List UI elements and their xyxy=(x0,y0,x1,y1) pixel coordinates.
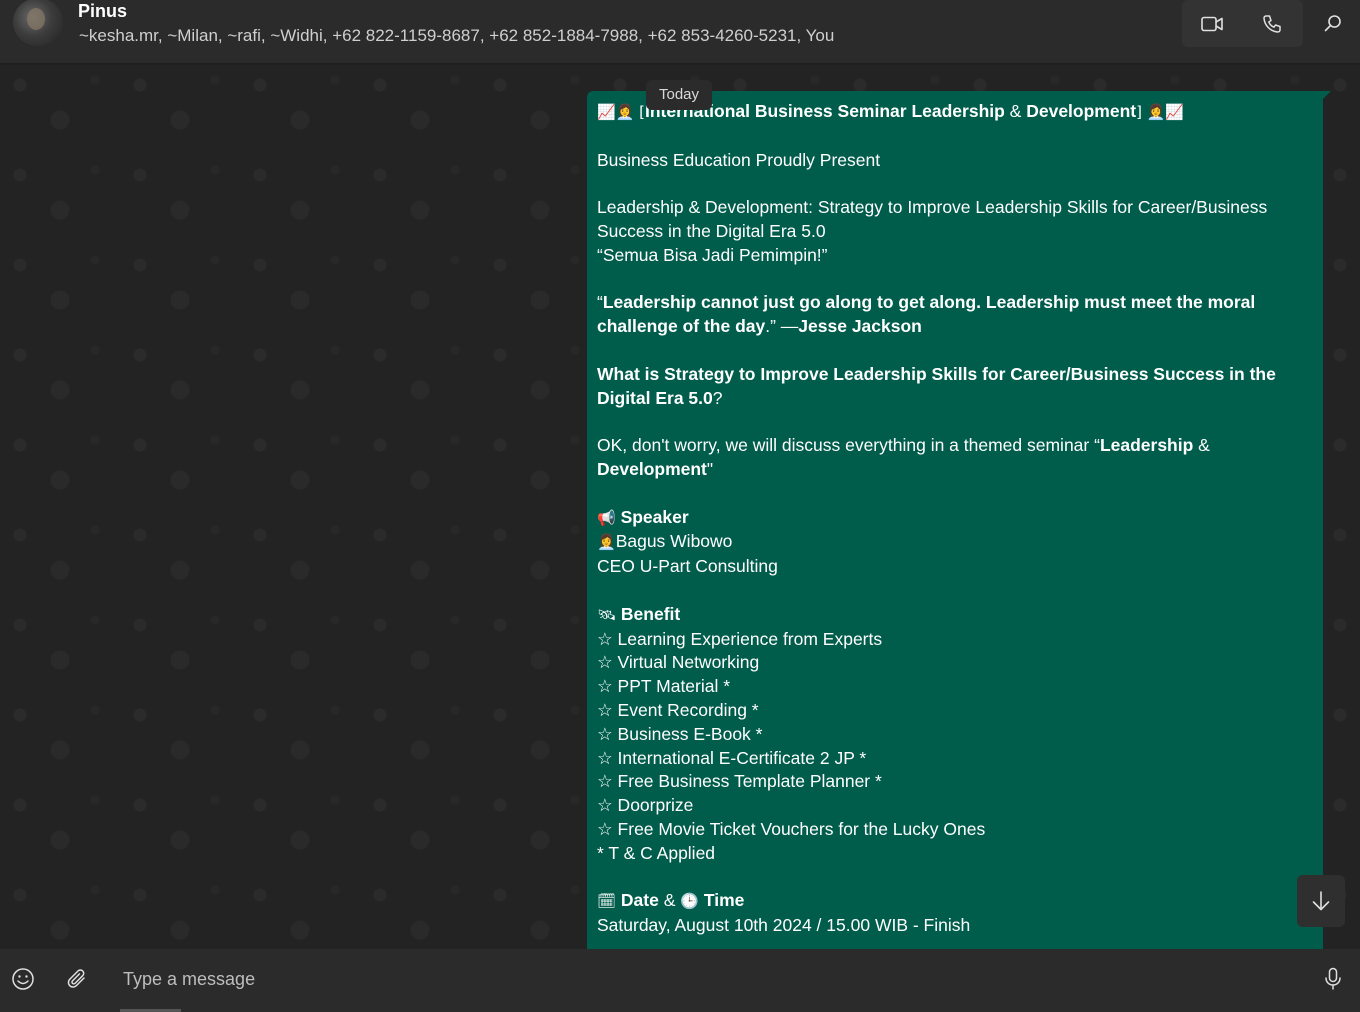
speaker-label: Speaker xyxy=(620,506,689,527)
title-amp: & xyxy=(1004,101,1027,121)
bubble-tail xyxy=(1321,91,1331,101)
title-bold-2: Development xyxy=(1026,101,1137,121)
speaker-name-line: 👩‍💼Bagus Wibowo xyxy=(597,530,1313,555)
video-call-icon xyxy=(1201,16,1223,31)
quote-author: Jesse Jackson xyxy=(798,316,922,337)
microphone-icon xyxy=(1325,967,1341,990)
benefit-item: ☆ Event Recording * xyxy=(597,699,759,720)
message-line-topic: Leadership & Development: Strategy to Im… xyxy=(597,197,1268,241)
benefit-item: ☆ Free Business Template Planner * xyxy=(597,771,882,792)
scroll-to-bottom-button[interactable] xyxy=(1297,875,1345,927)
voice-call-icon xyxy=(1263,14,1281,33)
speaker-heading: 📢 Speaker xyxy=(597,506,1313,531)
clock-icon: 🕒 xyxy=(680,892,699,911)
question-text: What is Strategy to Improve Leadership S… xyxy=(597,363,1276,408)
datetime-heading: 🗓 Date & 🕒 Time xyxy=(597,889,1313,914)
title-suffix: ] 👩‍💼📈 xyxy=(1136,103,1185,121)
emoji-icon xyxy=(12,968,34,990)
benefit-heading: 🛰 Benefit xyxy=(597,603,1313,628)
discuss-bold-1: Leadership xyxy=(1099,435,1194,456)
video-call-button[interactable] xyxy=(1182,0,1242,47)
attach-button[interactable] xyxy=(60,962,94,996)
benefit-label: Benefit xyxy=(620,603,681,624)
message-bubble[interactable]: 📈👩‍💼 [International Business Seminar Lea… xyxy=(587,91,1323,949)
message-line-tagline: “Semua Bisa Jadi Pemimpin!” xyxy=(597,244,828,265)
discuss-text: OK, don't worry, we will discuss everyth… xyxy=(597,435,1100,456)
message-question: What is Strategy to Improve Leadership S… xyxy=(597,363,1313,411)
benefit-item: ☆ International E-Certificate 2 JP * xyxy=(597,747,867,768)
arrow-down-icon xyxy=(1312,891,1330,911)
quote-mid: .” — xyxy=(765,316,799,337)
call-buttons xyxy=(1182,0,1303,47)
discuss-amp: & xyxy=(1193,435,1210,456)
message-line-present: Business Education Proudly Present xyxy=(597,149,881,170)
discuss-end: " xyxy=(706,458,714,479)
satellite-icon: 🛰 xyxy=(597,605,617,624)
person-icon: 👩‍💼 xyxy=(597,533,616,552)
search-icon xyxy=(1324,15,1341,32)
tnc-note: * T & C Applied xyxy=(597,842,716,863)
datetime-amp: & xyxy=(658,890,681,911)
speaker-name: Bagus Wibowo xyxy=(615,531,733,552)
chat-title[interactable]: Pinus xyxy=(78,1,127,22)
chat-header: Pinus ~kesha.mr, ~Milan, ~rafi, ~Widhi, … xyxy=(0,0,1360,64)
benefit-item: ☆ Business E-Book * xyxy=(597,723,763,744)
benefit-item: ☆ Doorprize xyxy=(597,795,694,816)
benefit-item: ☆ Virtual Networking xyxy=(597,652,760,673)
question-mark: ? xyxy=(712,387,723,408)
message-quote: “Leadership cannot just go along to get … xyxy=(597,291,1313,339)
emoji-button[interactable] xyxy=(6,962,40,996)
message-discuss: OK, don't worry, we will discuss everyth… xyxy=(597,434,1313,482)
benefit-item: ☆ PPT Material * xyxy=(597,676,731,697)
date-chip: Today xyxy=(646,80,713,110)
message-composer xyxy=(0,949,1360,1012)
time-label: Time xyxy=(703,890,745,911)
speaker-role: CEO U-Part Consulting xyxy=(597,556,778,577)
date-label: Date xyxy=(620,890,659,911)
benefit-item: ☆ Learning Experience from Experts xyxy=(597,628,883,649)
search-button[interactable] xyxy=(1316,6,1350,40)
title-prefix: 📈👩‍💼 [ xyxy=(597,103,645,121)
date-value: Saturday, August 10th 2024 / 15.00 WIB -… xyxy=(597,915,971,936)
benefit-item: ☆ Free Movie Ticket Vouchers for the Luc… xyxy=(597,818,986,839)
discuss-bold-2: Development xyxy=(597,458,707,479)
megaphone-icon: 📢 xyxy=(597,508,616,527)
group-avatar[interactable] xyxy=(13,0,63,46)
quote-text: Leadership cannot just go along to get a… xyxy=(597,292,1256,337)
calendar-icon: 🗓 xyxy=(597,892,617,911)
chat-messages[interactable]: 📈👩‍💼 [International Business Seminar Lea… xyxy=(0,65,1360,949)
message-input[interactable] xyxy=(110,957,1290,1001)
chat-members[interactable]: ~kesha.mr, ~Milan, ~rafi, ~Widhi, +62 82… xyxy=(79,26,834,46)
voice-call-button[interactable] xyxy=(1242,0,1302,47)
attach-icon xyxy=(67,969,85,988)
voice-message-button[interactable] xyxy=(1316,962,1350,996)
